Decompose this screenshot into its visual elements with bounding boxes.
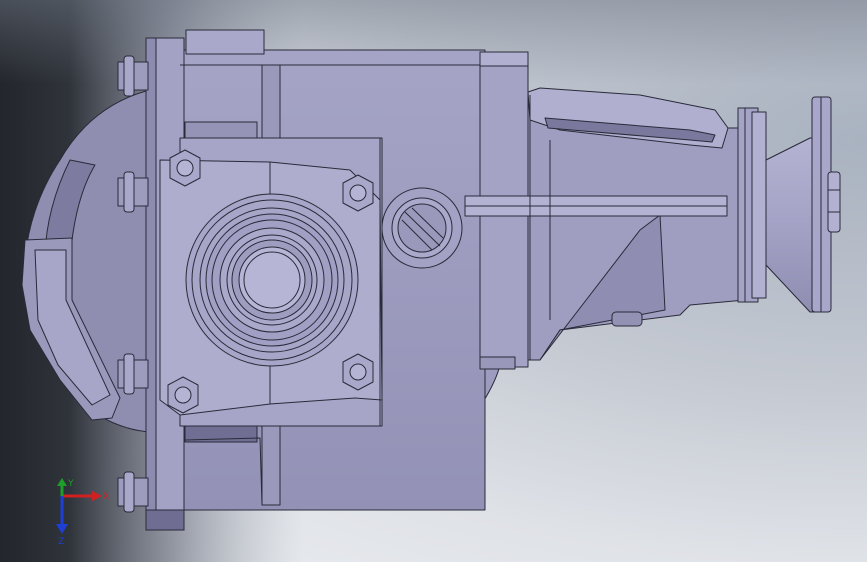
pinion-seal	[737, 107, 767, 303]
cap-bolt-bottom-right	[342, 353, 374, 391]
y-axis-label: Y	[67, 479, 74, 489]
coordinate-triad: X Y Z	[56, 478, 109, 547]
cad-viewport[interactable]: X Y Z	[0, 0, 867, 562]
differential-housing-model[interactable]	[0, 0, 867, 562]
left-flange-cap-top	[145, 509, 185, 531]
z-axis-arrow	[56, 496, 68, 534]
left-flange-edge	[145, 37, 157, 531]
cap-bolt-bottom-left	[167, 376, 199, 414]
housing-top-boss	[185, 29, 265, 55]
pinion-nut	[827, 171, 841, 233]
pinion-yoke-cone	[765, 137, 816, 313]
cap-bolt-top-right	[342, 174, 374, 212]
pinion-lower-stub	[611, 311, 643, 327]
axle-bearing-rings	[185, 193, 359, 367]
x-axis-label: X	[103, 492, 109, 502]
flange-tab-top	[479, 51, 529, 67]
flange-tab-bottom	[479, 356, 516, 370]
cap-bolt-top-left	[169, 149, 201, 187]
fill-plug	[381, 187, 463, 269]
x-axis-arrow	[62, 491, 102, 501]
y-axis-arrow	[57, 478, 67, 496]
z-axis-label: Z	[58, 537, 64, 547]
